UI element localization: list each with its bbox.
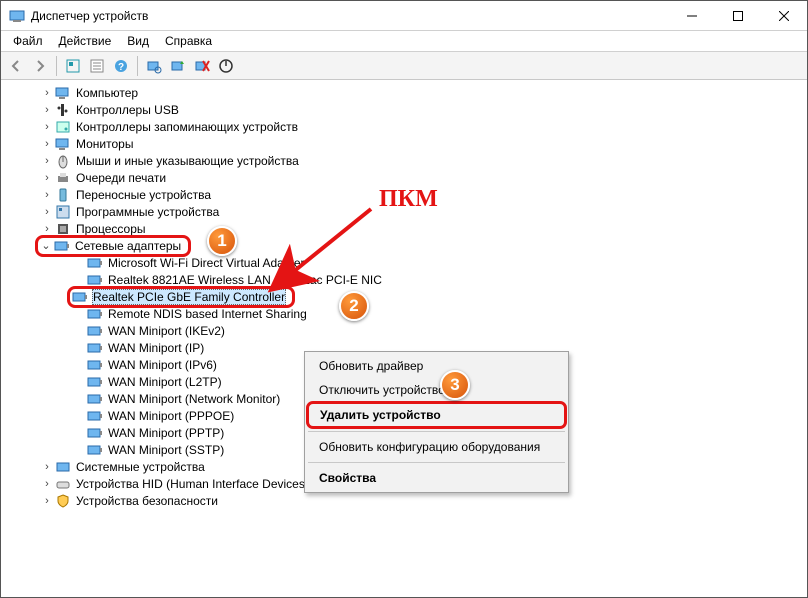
network-adapter-icon (87, 323, 103, 339)
show-hidden-button[interactable] (62, 55, 84, 77)
tree-category[interactable]: Переносные устройства (75, 187, 212, 203)
network-adapter-icon (87, 391, 103, 407)
portable-icon (55, 187, 71, 203)
ctx-scan-hardware[interactable]: Обновить конфигурацию оборудования (307, 435, 566, 459)
tree-category[interactable]: Контроллеры запоминающих устройств (75, 119, 299, 135)
chevron-right-icon[interactable]: › (39, 138, 55, 150)
tree-category[interactable]: Контроллеры USB (75, 102, 180, 118)
chevron-right-icon[interactable]: › (39, 104, 55, 116)
tree-item-selected[interactable]: Realtek PCIe GbE Family Controller (92, 289, 286, 305)
menubar: Файл Действие Вид Справка (1, 31, 807, 52)
menu-file[interactable]: Файл (5, 32, 51, 50)
tree-item[interactable]: Microsoft Wi-Fi Direct Virtual Adapter (107, 255, 306, 271)
svg-text:?: ? (118, 62, 124, 73)
tree-category[interactable]: Программные устройства (75, 204, 220, 220)
tree-category[interactable]: Мыши и иные указывающие устройства (75, 153, 300, 169)
chevron-right-icon[interactable]: › (39, 189, 55, 201)
chevron-right-icon[interactable]: › (39, 121, 55, 133)
annotation-badge-3: 3 (440, 370, 470, 400)
network-adapter-icon (87, 425, 103, 441)
forward-button[interactable] (29, 55, 51, 77)
menu-help[interactable]: Справка (157, 32, 220, 50)
security-icon (55, 493, 71, 509)
tree-category[interactable]: Компьютер (75, 85, 139, 101)
network-adapter-icon (54, 238, 70, 254)
close-button[interactable] (761, 1, 807, 30)
menu-action[interactable]: Действие (51, 32, 120, 50)
tree-item[interactable]: WAN Miniport (IKEv2) (107, 323, 226, 339)
ctx-disable-device[interactable]: Отключить устройство (307, 378, 566, 402)
chevron-right-icon[interactable]: › (39, 87, 55, 99)
update-driver-button[interactable] (167, 55, 189, 77)
chevron-right-icon[interactable]: › (39, 223, 55, 235)
printer-icon (55, 170, 71, 186)
annotation-pkm-label: ПКМ (379, 186, 438, 213)
network-adapter-icon (87, 340, 103, 356)
usb-icon (55, 102, 71, 118)
chevron-right-icon[interactable]: › (39, 478, 55, 490)
context-menu: Обновить драйвер Отключить устройство Уд… (304, 351, 569, 493)
toolbar-sep (137, 56, 138, 76)
chevron-right-icon[interactable]: › (39, 172, 55, 184)
ctx-separator (308, 462, 565, 463)
ctx-separator (308, 431, 565, 432)
tree-item[interactable]: WAN Miniport (L2TP) (107, 374, 223, 390)
help-button[interactable]: ? (110, 55, 132, 77)
toolbar-sep (56, 56, 57, 76)
scan-hardware-button[interactable] (143, 55, 165, 77)
chevron-right-icon[interactable]: › (39, 461, 55, 473)
network-adapter-icon (87, 255, 103, 271)
tree-item[interactable]: WAN Miniport (Network Monitor) (107, 391, 281, 407)
monitor-icon (55, 85, 71, 101)
tree-category[interactable]: Системные устройства (75, 459, 206, 475)
tree-item[interactable]: WAN Miniport (SSTP) (107, 442, 225, 458)
tree-category-network[interactable]: Сетевые адаптеры (74, 238, 182, 254)
network-adapter-icon (87, 306, 103, 322)
minimize-button[interactable] (669, 1, 715, 30)
ctx-properties[interactable]: Свойства (307, 466, 566, 490)
ctx-uninstall-device[interactable]: Удалить устройство (306, 401, 567, 429)
tree-category[interactable]: Устройства безопасности (75, 493, 219, 509)
annotation-badge-1: 1 (207, 226, 237, 256)
system-icon (55, 459, 71, 475)
hid-icon (55, 476, 71, 492)
back-button[interactable] (5, 55, 27, 77)
device-tree[interactable]: › Компьютер › Контроллеры USB › Контроллеры з… (1, 80, 807, 597)
network-adapter-icon (87, 408, 103, 424)
storage-icon (55, 119, 71, 135)
tree-item[interactable]: Remote NDIS based Internet Sharing (107, 306, 308, 322)
uninstall-button[interactable] (191, 55, 213, 77)
network-adapter-icon (87, 357, 103, 373)
titlebar: Диспетчер устройств (1, 1, 807, 31)
chevron-right-icon[interactable]: › (39, 495, 55, 507)
software-icon (55, 204, 71, 220)
annotation-badge-2: 2 (339, 291, 369, 321)
app-icon (9, 8, 25, 24)
tree-item[interactable]: WAN Miniport (IPv6) (107, 357, 218, 373)
network-adapter-icon (87, 374, 103, 390)
network-adapter-icon (72, 289, 88, 305)
network-adapter-icon (87, 442, 103, 458)
mouse-icon (55, 153, 71, 169)
menu-view[interactable]: Вид (119, 32, 157, 50)
disable-button[interactable] (215, 55, 237, 77)
maximize-button[interactable] (715, 1, 761, 30)
tree-category[interactable]: Мониторы (75, 136, 134, 152)
properties-button[interactable] (86, 55, 108, 77)
tree-item[interactable]: WAN Miniport (PPTP) (107, 425, 225, 441)
tree-item[interactable]: WAN Miniport (PPPOE) (107, 408, 235, 424)
chevron-right-icon[interactable]: › (39, 155, 55, 167)
monitor-icon (55, 136, 71, 152)
window-title: Диспетчер устройств (31, 9, 669, 23)
chevron-down-icon[interactable]: ⌄ (38, 239, 54, 252)
tree-item[interactable]: WAN Miniport (IP) (107, 340, 205, 356)
toolbar: ? (1, 52, 807, 80)
tree-category[interactable]: Очереди печати (75, 170, 167, 186)
tree-category[interactable]: Устройства HID (Human Interface Devices) (75, 476, 310, 492)
ctx-update-driver[interactable]: Обновить драйвер (307, 354, 566, 378)
chevron-right-icon[interactable]: › (39, 206, 55, 218)
